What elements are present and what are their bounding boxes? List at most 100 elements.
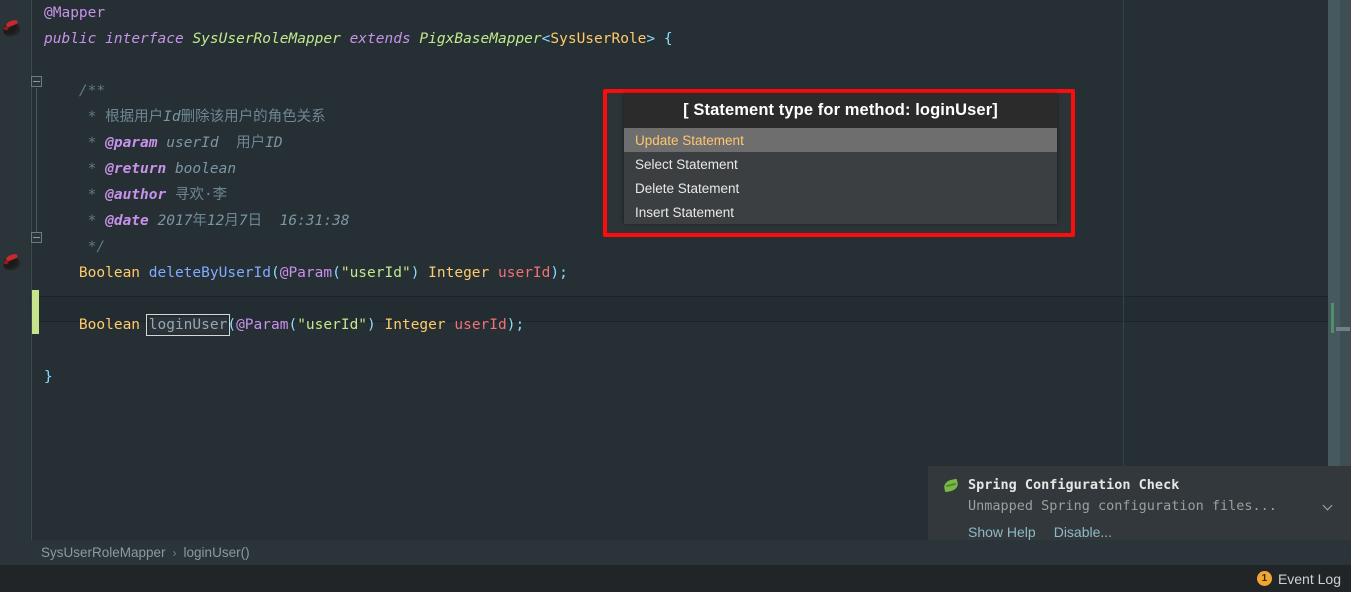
breadcrumb-item-method[interactable]: loginUser() <box>184 545 250 560</box>
notification-actions[interactable]: Show Help Disable... <box>968 524 1112 540</box>
code-token: userId <box>166 135 219 151</box>
code-token: ; <box>515 317 525 333</box>
code-text-area[interactable]: @Mapper public interface SysUserRoleMappe… <box>44 0 1351 540</box>
code-token: @Param <box>279 265 333 281</box>
show-help-link[interactable]: Show Help <box>968 524 1036 540</box>
code-token: { <box>663 31 673 47</box>
code-token: userId <box>454 317 507 333</box>
code-token: */ <box>44 239 106 255</box>
code-line: @Mapper <box>44 0 1351 26</box>
breadcrumb[interactable]: SysUserRoleMapper › loginUser() <box>0 540 1351 565</box>
code-token: PigxBaseMapper <box>419 31 542 47</box>
code-token: ; <box>559 265 568 281</box>
code-token: ID <box>265 135 283 151</box>
code-token: ( <box>288 317 298 333</box>
code-token: * <box>44 135 106 151</box>
mybatis-bean-icon[interactable] <box>1 18 23 40</box>
code-line: Boolean loginUser(@Param("userId") Integ… <box>44 312 1351 338</box>
code-token: 用户 <box>236 135 266 151</box>
code-token: @Param <box>236 317 289 333</box>
code-token: @date <box>105 213 149 229</box>
status-bar[interactable]: 1 Event Log <box>0 565 1351 592</box>
code-token: Boolean <box>78 265 141 281</box>
event-log-button[interactable]: Event Log <box>1278 571 1341 587</box>
code-line: */ <box>44 234 1351 260</box>
editor-gutter[interactable] <box>0 0 30 540</box>
code-token: 日 <box>247 213 263 229</box>
code-token: 根据用户 <box>105 109 164 125</box>
code-token: ( <box>270 265 280 281</box>
vcs-scroll-marker[interactable] <box>1331 303 1334 333</box>
code-token: SysUserRoleMapper <box>192 31 341 47</box>
caret-position-marker <box>1336 327 1350 331</box>
breadcrumb-item-class[interactable]: SysUserRoleMapper <box>41 545 166 560</box>
code-token: deleteByUserId <box>148 265 271 281</box>
code-token: * <box>44 213 106 229</box>
breadcrumb-separator: › <box>172 545 177 560</box>
highlighted-identifier[interactable]: loginUser <box>145 314 231 336</box>
code-token: userId <box>498 265 551 281</box>
popup-title: [ Statement type for method: loginUser] <box>624 93 1057 128</box>
code-token: 删除该用户的角色关系 <box>180 109 326 125</box>
code-editor[interactable]: @Mapper public interface SysUserRoleMappe… <box>0 0 1351 540</box>
code-token: 月 <box>224 213 239 229</box>
fold-region-start-icon[interactable] <box>31 76 42 87</box>
code-token: > <box>646 31 656 47</box>
code-token: boolean <box>174 161 237 177</box>
code-token: 年 <box>192 213 207 229</box>
disable-link[interactable]: Disable... <box>1054 524 1112 540</box>
code-token: } <box>44 369 53 385</box>
code-token: @param <box>105 135 158 151</box>
error-marker-track[interactable] <box>1328 0 1340 540</box>
event-log-badge: 1 <box>1256 571 1272 586</box>
fold-region-line <box>36 88 37 234</box>
code-token: "userId" <box>297 317 368 333</box>
popup-option-update[interactable]: Update Statement <box>624 128 1057 152</box>
popup-option-insert[interactable]: Insert Statement <box>624 200 1057 224</box>
vcs-change-marker[interactable] <box>32 290 39 334</box>
popup-option-list[interactable]: Update Statement Select Statement Delete S… <box>624 128 1057 224</box>
code-token: extends <box>349 31 411 47</box>
code-token: 寻欢·李 <box>174 187 228 203</box>
code-line: Boolean deleteByUserId(@Param("userId") … <box>44 260 1351 286</box>
code-token: public <box>44 31 97 47</box>
code-token: * <box>44 109 106 125</box>
code-token: interface <box>105 31 184 47</box>
vertical-scrollbar[interactable] <box>1340 0 1351 540</box>
code-token: 12 <box>206 213 225 229</box>
code-token: Boolean <box>78 317 141 333</box>
code-token: ( <box>227 317 237 333</box>
statement-type-popup[interactable]: [ Statement type for method: loginUser] … <box>624 93 1057 224</box>
chevron-down-icon[interactable] <box>1323 500 1335 512</box>
fold-region-end-icon[interactable] <box>31 232 42 243</box>
code-token: /** <box>44 83 106 99</box>
notification-header: Spring Configuration Check <box>944 477 1179 493</box>
notification-title: Spring Configuration Check <box>968 477 1180 493</box>
code-token: "userId" <box>340 265 411 281</box>
code-token: 7 <box>238 213 248 229</box>
code-token: @Mapper <box>44 5 106 21</box>
code-token: Integer <box>384 317 446 333</box>
code-token: 16:31:38 <box>262 213 350 229</box>
code-token: * <box>44 161 106 177</box>
spring-leaf-icon <box>944 478 959 493</box>
code-token: SysUserRole <box>550 31 647 47</box>
code-token: @author <box>105 187 167 203</box>
popup-option-select[interactable]: Select Statement <box>624 152 1057 176</box>
popup-option-delete[interactable]: Delete Statement <box>624 176 1057 200</box>
ide-window: @Mapper public interface SysUserRoleMappe… <box>0 0 1351 592</box>
mybatis-bean-icon[interactable] <box>1 252 23 274</box>
